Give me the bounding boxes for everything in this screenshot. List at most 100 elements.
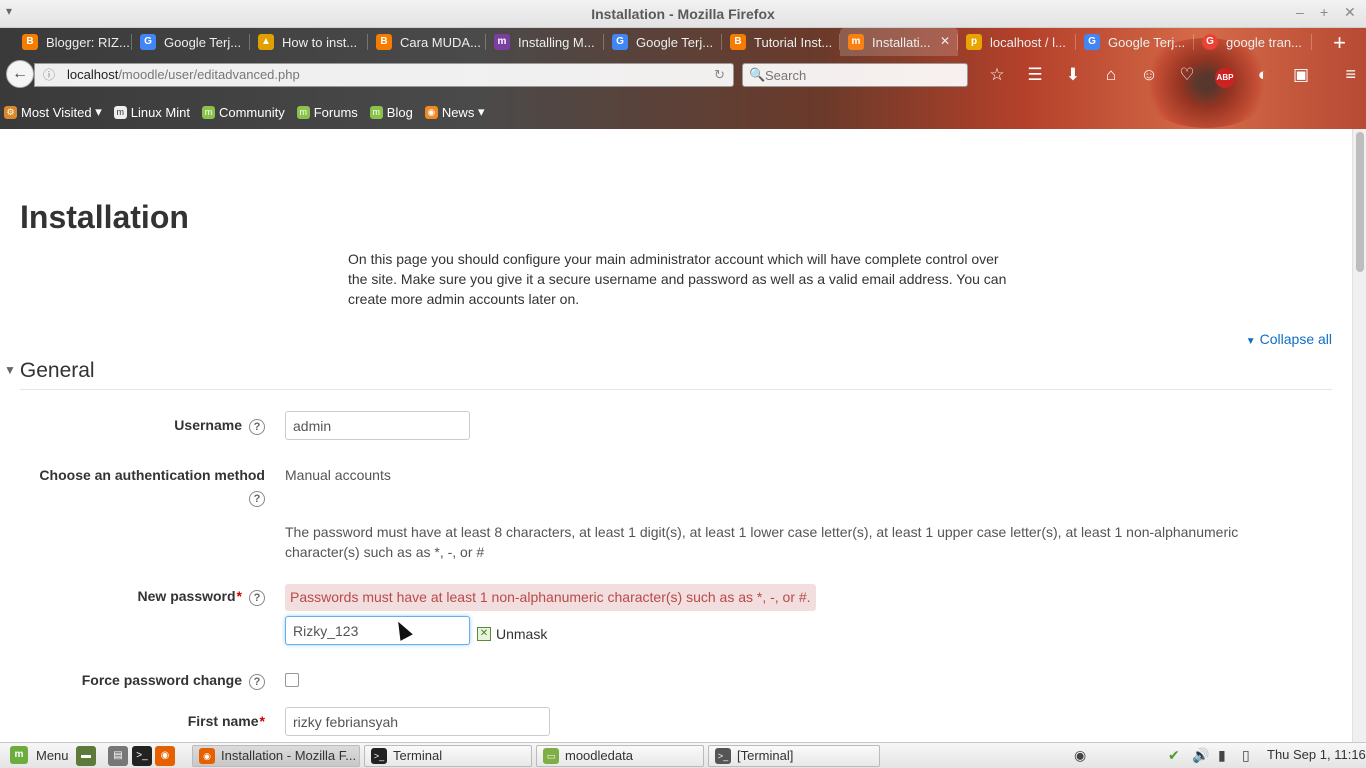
url-text: localhost/moodle/user/editadvanced.php xyxy=(67,67,300,82)
smiley-icon[interactable]: ☺ xyxy=(1130,64,1168,86)
firefox-icon: ◉ xyxy=(199,748,215,764)
tab-google-translate-3[interactable]: G Google Terj... xyxy=(1076,28,1194,56)
tab-installation[interactable]: m Installati... ✕ xyxy=(840,28,958,56)
tab-how-to-install[interactable]: ▲ How to inst... xyxy=(250,28,368,56)
bookmark-blog[interactable]: m Blog xyxy=(369,105,413,120)
triangle-down-icon: ▼ xyxy=(4,363,16,377)
pocket-icon[interactable]: ♡ xyxy=(1168,64,1206,86)
firefox-launcher-icon[interactable]: ◉ xyxy=(155,746,175,766)
taskbar-item-moodledata[interactable]: ▭ moodledata xyxy=(536,745,704,767)
new-password-label: New password* xyxy=(137,588,242,604)
unmask-checkbox-icon[interactable]: ✕ xyxy=(477,627,491,641)
webcam-icon[interactable]: ◉ xyxy=(1074,747,1086,764)
tab-google-translate-2[interactable]: G Google Terj... xyxy=(604,28,722,56)
phpmyadmin-icon: p xyxy=(966,34,982,50)
first-name-input[interactable] xyxy=(285,707,550,736)
close-tab-icon[interactable]: ✕ xyxy=(940,34,950,48)
back-button[interactable]: ← xyxy=(6,60,34,88)
reload-icon[interactable]: ↻ xyxy=(714,64,725,86)
google-translate-icon: G xyxy=(1084,34,1100,50)
new-password-input[interactable] xyxy=(285,616,470,645)
intro-text: On this page you should configure your m… xyxy=(348,251,1007,307)
help-icon[interactable]: ? xyxy=(249,590,265,606)
tab-blogger-1[interactable]: B Blogger: RIZ... xyxy=(14,28,132,56)
linux-mint-icon: m xyxy=(113,105,127,119)
search-bar[interactable]: 🔍 xyxy=(742,63,968,87)
google-translate-icon: G xyxy=(140,34,156,50)
taskbar: m Menu ▬ ▤ >_ ◉ ◉ Installation - Mozilla F… xyxy=(0,742,1366,768)
bookmarks-bar: ⚙ Most Visited ▾ m Linux Mint m Community m… xyxy=(0,98,496,126)
site-info-icon[interactable]: ⓘ xyxy=(43,64,55,86)
taskbar-item-terminal-2[interactable]: >_ [Terminal] xyxy=(708,745,880,767)
download-icon[interactable]: ⬇ xyxy=(1054,64,1092,86)
scrollbar-thumb[interactable] xyxy=(1356,132,1364,272)
start-menu-button[interactable]: m Menu xyxy=(10,746,69,764)
toolbar-icons: ☆ ☰ ⬇ ⌂ ☺ ♡ ABP ◐ ▣ xyxy=(978,64,1320,88)
shield-icon[interactable]: ✔ xyxy=(1168,747,1180,764)
extension-icon[interactable]: ◐ xyxy=(1244,64,1282,86)
bookmark-linux-mint[interactable]: m Linux Mint xyxy=(113,105,190,120)
help-icon[interactable]: ? xyxy=(249,419,265,435)
tab-cara-mudah[interactable]: B Cara MUDA... xyxy=(368,28,486,56)
terminal-launcher-icon[interactable]: >_ xyxy=(132,746,152,766)
help-icon[interactable]: ? xyxy=(249,491,265,507)
page-scrollbar[interactable] xyxy=(1352,129,1366,742)
tab-installing-moodle[interactable]: m Installing M... xyxy=(486,28,604,56)
tab-localhost[interactable]: p localhost / l... xyxy=(958,28,1076,56)
window-titlebar: ▾ Installation - Mozilla Firefox – + ✕ xyxy=(0,0,1366,28)
rss-icon: ◉ xyxy=(424,105,438,119)
minimize-icon[interactable]: – xyxy=(1296,4,1304,20)
search-input[interactable] xyxy=(765,66,955,84)
page-title: Installation xyxy=(20,199,189,235)
linux-mint-icon: m xyxy=(201,105,215,119)
battery-icon[interactable]: ▯ xyxy=(1242,747,1250,764)
home-icon[interactable]: ⌂ xyxy=(1092,64,1130,86)
maximize-icon[interactable]: + xyxy=(1320,4,1328,20)
screenshot-icon[interactable]: ▣ xyxy=(1282,64,1320,86)
window-title: Installation - Mozilla Firefox xyxy=(591,6,775,22)
clock[interactable]: Thu Sep 1, 11:16 xyxy=(1267,747,1366,762)
adblock-plus-icon[interactable]: ABP xyxy=(1206,64,1244,88)
bookmark-news[interactable]: ◉ News ▾ xyxy=(424,104,484,120)
tab-google-translate-1[interactable]: G Google Terj... xyxy=(132,28,250,56)
reading-list-icon[interactable]: ☰ xyxy=(1016,64,1054,86)
moodle-icon: m xyxy=(848,34,864,50)
new-tab-button[interactable]: + xyxy=(1333,30,1346,56)
bookmark-community[interactable]: m Community xyxy=(201,105,285,120)
linux-tux-icon: ▲ xyxy=(258,34,274,50)
required-icon: * xyxy=(236,588,242,604)
linux-mint-icon: m xyxy=(10,746,28,764)
network-icon[interactable]: ▮ xyxy=(1218,747,1226,764)
navigation-bar: ⓘ localhost/moodle/user/editadvanced.php… xyxy=(0,58,1366,94)
username-input[interactable] xyxy=(285,411,470,440)
volume-icon[interactable]: 🔊 xyxy=(1192,747,1209,764)
username-label: Username xyxy=(174,417,242,433)
close-window-icon[interactable]: ✕ xyxy=(1344,4,1356,21)
tab-tutorial-install[interactable]: B Tutorial Inst... xyxy=(722,28,840,56)
section-general[interactable]: ▼ General xyxy=(4,359,95,383)
files-launcher-icon[interactable]: ▤ xyxy=(108,746,128,766)
tab-google-translate-search[interactable]: Ggoogle tran... xyxy=(1194,28,1312,56)
force-password-change-checkbox[interactable] xyxy=(285,673,299,687)
terminal-icon: >_ xyxy=(371,748,387,764)
google-translate-icon: G xyxy=(612,34,628,50)
help-icon[interactable]: ? xyxy=(249,674,265,690)
google-icon: G xyxy=(1202,34,1218,50)
triangle-down-icon: ▼ xyxy=(1245,336,1256,347)
taskbar-item-terminal[interactable]: >_ Terminal xyxy=(364,745,532,767)
bookmark-star-icon[interactable]: ☆ xyxy=(978,64,1016,86)
taskbar-item-firefox[interactable]: ◉ Installation - Mozilla F... xyxy=(192,745,360,767)
url-bar[interactable]: ⓘ localhost/moodle/user/editadvanced.php… xyxy=(34,63,734,87)
hamburger-menu-icon[interactable]: ≡ xyxy=(1345,64,1356,85)
password-error-message: Passwords must have at least 1 non-alpha… xyxy=(285,584,816,611)
first-name-label: First name* xyxy=(187,713,265,729)
page-content: Installation On this page you should con… xyxy=(0,129,1352,742)
unmask-toggle[interactable]: ✕ Unmask xyxy=(477,626,547,642)
bookmark-forums[interactable]: m Forums xyxy=(296,105,358,120)
show-desktop-icon[interactable]: ▬ xyxy=(76,746,96,766)
blogger-icon: B xyxy=(22,34,38,50)
bookmark-most-visited[interactable]: ⚙ Most Visited ▾ xyxy=(4,104,102,120)
force-password-change-label: Force password change xyxy=(81,672,242,688)
collapse-all-link[interactable]: ▼ Collapse all xyxy=(1246,331,1332,347)
moodle-icon: m xyxy=(494,34,510,50)
